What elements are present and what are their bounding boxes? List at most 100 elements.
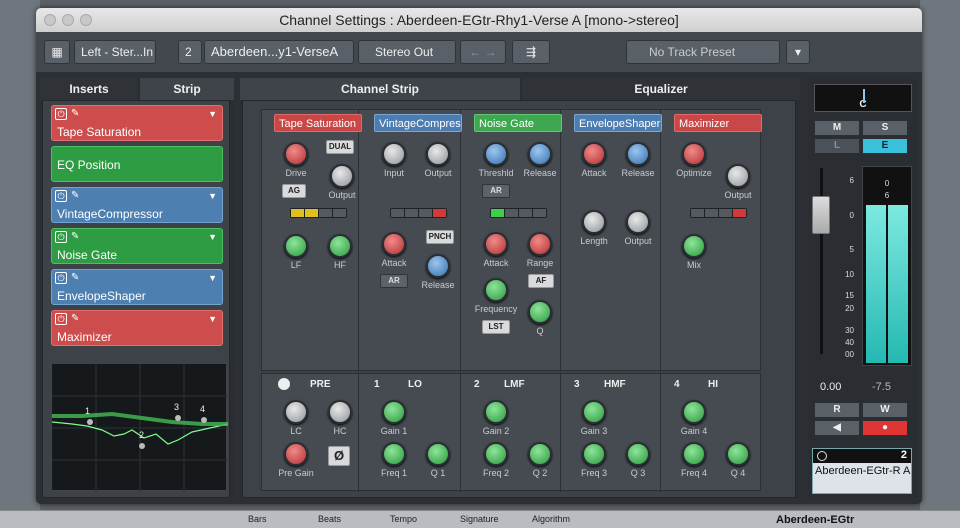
vintage-compressor-header[interactable]: VintageCompressor [374, 114, 462, 132]
band-1-freq-knob[interactable] [382, 442, 406, 466]
gate-attack-knob[interactable] [484, 232, 508, 256]
env-attack-knob[interactable] [582, 142, 606, 166]
gate-range-knob[interactable] [528, 232, 552, 256]
channel-name-plate[interactable]: 2 Aberdeen-EGtr-R A [812, 448, 912, 494]
pan-control[interactable]: C [814, 84, 912, 112]
power-icon[interactable]: ⏻ [55, 313, 67, 325]
band-4-q-knob[interactable] [726, 442, 750, 466]
band-1-q-knob[interactable] [426, 442, 450, 466]
dual-button[interactable]: DUAL [326, 140, 354, 154]
edit-icon[interactable]: ✎ [71, 108, 83, 120]
power-icon[interactable]: ⏻ [55, 108, 67, 120]
comp-input-knob[interactable] [382, 142, 406, 166]
hf-knob[interactable] [328, 234, 352, 258]
band-3-gain-knob[interactable] [582, 400, 606, 424]
track-preset-selector[interactable]: No Track Preset [626, 40, 780, 64]
insert-slot-vintage-compressor[interactable]: ⏻ ✎ ▼ VintageCompressor [51, 187, 223, 223]
maximizer-header[interactable]: Maximizer [674, 114, 762, 132]
monitor-button[interactable]: ◀ [814, 420, 860, 436]
af-button[interactable]: AF [528, 274, 554, 288]
tab-inserts[interactable]: Inserts [40, 78, 138, 100]
read-automation-button[interactable]: R [814, 402, 860, 418]
write-automation-button[interactable]: W [862, 402, 908, 418]
band-2-q-knob[interactable] [528, 442, 552, 466]
insert-slot-envelope-shaper[interactable]: ⏻ ✎ ▼ EnvelopeShaper [51, 269, 223, 305]
output-routing-selector[interactable]: Stereo Out [358, 40, 456, 64]
tab-strip[interactable]: Strip [140, 78, 234, 100]
track-name[interactable]: Aberdeen-EGtr [776, 514, 854, 526]
record-enable-button[interactable]: ● [862, 420, 908, 436]
power-icon[interactable]: ⏻ [55, 231, 67, 243]
dropdown-icon[interactable]: ▼ [208, 108, 217, 120]
solo-button[interactable]: S [862, 120, 908, 136]
gate-ar-button[interactable]: AR [482, 184, 510, 198]
dropdown-icon[interactable]: ▼ [208, 231, 217, 243]
options-menu-button[interactable]: ▾ [786, 40, 810, 64]
band-4-freq-knob[interactable] [682, 442, 706, 466]
mix-knob[interactable] [682, 234, 706, 258]
phase-invert-button[interactable]: Ø [328, 446, 350, 466]
band-4-gain-knob[interactable] [682, 400, 706, 424]
gate-q-knob[interactable] [528, 300, 552, 324]
eq-curve-display[interactable]: 1 2 3 4 [51, 363, 229, 492]
tape-saturation-header[interactable]: Tape Saturation [274, 114, 362, 132]
minimize-window-button[interactable] [62, 14, 74, 26]
hc-knob[interactable] [328, 400, 352, 424]
gate-frequency-knob[interactable] [484, 278, 508, 302]
env-length-knob[interactable] [582, 210, 606, 234]
insert-slot-maximizer[interactable]: ⏻ ✎ ▼ Maximizer [51, 310, 223, 346]
ag-button[interactable]: AG [282, 184, 306, 198]
prev-next-channel-buttons[interactable]: ← → [460, 40, 506, 64]
channel-name-field[interactable]: Aberdeen...y1-VerseA [204, 40, 354, 64]
band-2-freq-knob[interactable] [484, 442, 508, 466]
link-channels-button[interactable]: ⇶ [512, 40, 550, 64]
listen-button[interactable]: L [814, 138, 860, 154]
insert-slot-eq-position[interactable]: EQ Position [51, 146, 223, 182]
dropdown-icon[interactable]: ▼ [208, 313, 217, 325]
dropdown-icon[interactable]: ▼ [208, 272, 217, 284]
volume-fader-handle[interactable] [812, 196, 830, 234]
band-1-gain-knob[interactable] [382, 400, 406, 424]
mute-button[interactable]: M [814, 120, 860, 136]
optimize-knob[interactable] [682, 142, 706, 166]
band-3-freq-knob[interactable] [582, 442, 606, 466]
peak-value[interactable]: -7.5 [872, 381, 891, 393]
lf-knob[interactable] [284, 234, 308, 258]
noise-gate-header[interactable]: Noise Gate [474, 114, 562, 132]
insert-slot-tape-saturation[interactable]: ⏻ ✎ ▼ Tape Saturation [51, 105, 223, 141]
title-bar[interactable]: Channel Settings : Aberdeen-EGtr-Rhy1-Ve… [36, 8, 922, 32]
zoom-window-button[interactable] [80, 14, 92, 26]
band-2-gain-knob[interactable] [484, 400, 508, 424]
input-routing-selector[interactable]: Left - Ster...In [74, 40, 156, 64]
gate-threshold-knob[interactable] [484, 142, 508, 166]
env-output-knob[interactable] [626, 210, 650, 234]
tab-equalizer[interactable]: Equalizer [522, 78, 800, 100]
close-window-button[interactable] [44, 14, 56, 26]
comp-attack-knob[interactable] [382, 232, 406, 256]
comp-release-knob[interactable] [426, 254, 450, 278]
edit-icon[interactable]: ✎ [71, 272, 83, 284]
pre-gain-knob[interactable] [284, 442, 308, 466]
lc-knob[interactable] [284, 400, 308, 424]
drive-knob[interactable] [284, 142, 308, 166]
band-3-q-knob[interactable] [626, 442, 650, 466]
comp-ar-button[interactable]: AR [380, 274, 408, 288]
edit-icon[interactable]: ✎ [71, 190, 83, 202]
env-release-knob[interactable] [626, 142, 650, 166]
volume-value[interactable]: 0.00 [820, 381, 841, 393]
dropdown-icon[interactable]: ▼ [208, 190, 217, 202]
insert-slot-noise-gate[interactable]: ⏻ ✎ ▼ Noise Gate [51, 228, 223, 264]
edit-icon[interactable]: ✎ [71, 231, 83, 243]
gate-release-knob[interactable] [528, 142, 552, 166]
tab-channel-strip[interactable]: Channel Strip [240, 78, 520, 100]
punch-button[interactable]: PNCH [426, 230, 454, 244]
edit-channel-button[interactable]: E [862, 138, 908, 154]
layout-toggle-button[interactable]: ▦ [44, 40, 70, 64]
edit-icon[interactable]: ✎ [71, 313, 83, 325]
comp-output-knob[interactable] [426, 142, 450, 166]
power-icon[interactable]: ⏻ [55, 272, 67, 284]
power-icon[interactable]: ⏻ [55, 190, 67, 202]
envelope-shaper-header[interactable]: EnvelopeShaper [574, 114, 662, 132]
pre-power-button[interactable] [278, 378, 290, 390]
lst-button[interactable]: LST [482, 320, 510, 334]
